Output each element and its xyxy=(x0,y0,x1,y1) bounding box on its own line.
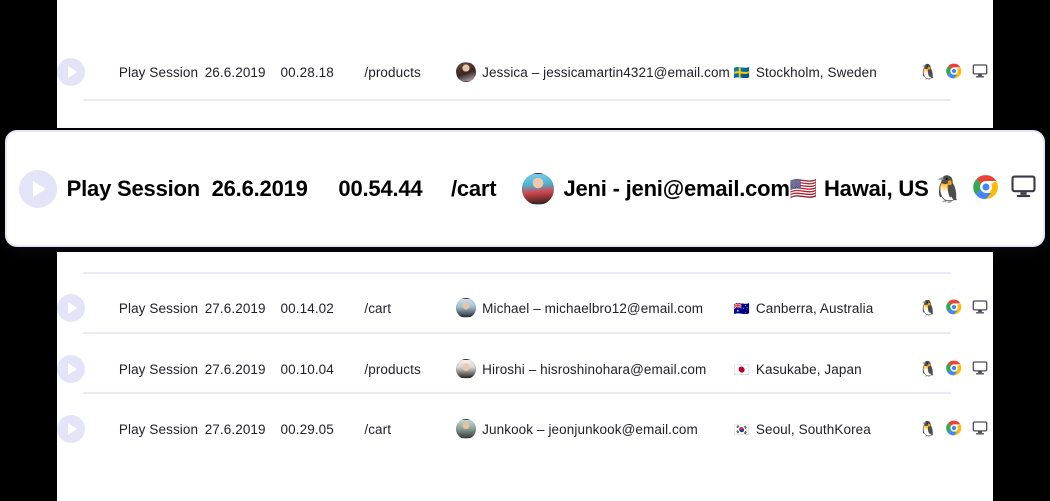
session-location-label: Kasukabe, Japan xyxy=(756,362,862,377)
session-play-label: Play Session xyxy=(67,176,212,202)
session-user: Michael – michaelbro12@email.com xyxy=(456,298,733,318)
avatar xyxy=(456,419,476,439)
country-flag-icon: 🇯🇵 xyxy=(734,363,750,376)
linux-penguin-icon: 🐧 xyxy=(929,176,967,202)
session-location-label: Seoul, SouthKorea xyxy=(756,422,871,437)
session-row[interactable]: Play Session 27.6.2019 00.29.05 /cart Ju… xyxy=(57,399,993,459)
session-user: Hiroshi – hisroshinohara@email.com xyxy=(456,359,733,379)
desktop-monitor-icon xyxy=(967,361,993,378)
session-duration: 00.28.18 xyxy=(281,65,365,80)
session-location: 🇦🇺 Canberra, Australia xyxy=(734,301,916,316)
session-date: 27.6.2019 xyxy=(205,362,281,377)
linux-penguin-icon: 🐧 xyxy=(915,65,941,80)
session-user-label: Hiroshi – hisroshinohara@email.com xyxy=(482,362,706,377)
chrome-icon xyxy=(941,360,967,379)
session-path: /cart xyxy=(451,176,523,202)
session-date: 26.6.2019 xyxy=(205,65,281,80)
play-icon[interactable] xyxy=(57,415,85,443)
row-divider xyxy=(83,272,951,274)
session-path: /cart xyxy=(364,301,456,316)
play-icon[interactable] xyxy=(57,58,85,86)
play-icon[interactable] xyxy=(57,294,85,322)
chrome-icon xyxy=(941,63,967,82)
session-user-label: Junkook – jeonjunkook@email.com xyxy=(482,422,698,437)
country-flag-icon: 🇸🇪 xyxy=(734,66,750,79)
session-location: 🇯🇵 Kasukabe, Japan xyxy=(734,362,916,377)
linux-penguin-icon: 🐧 xyxy=(915,422,941,437)
session-list-panel-top: Play Session 26.6.2019 00.28.18 /product… xyxy=(57,0,993,128)
session-row[interactable]: Play Session 27.6.2019 00.14.02 /cart Mi… xyxy=(57,278,993,338)
linux-penguin-icon: 🐧 xyxy=(915,362,941,377)
row-divider xyxy=(83,392,951,394)
session-path: /products xyxy=(364,362,456,377)
session-user: Junkook – jeonjunkook@email.com xyxy=(456,419,733,439)
session-play-label: Play Session xyxy=(119,65,205,80)
play-icon[interactable] xyxy=(57,355,85,383)
row-divider xyxy=(83,99,951,101)
session-row[interactable]: Play Session 26.6.2019 00.28.18 /product… xyxy=(57,42,993,102)
session-location-label: Canberra, Australia xyxy=(756,301,873,316)
session-duration: 00.10.04 xyxy=(281,362,365,377)
avatar xyxy=(456,62,476,82)
session-user-label: Michael – michaelbro12@email.com xyxy=(482,301,703,316)
session-user: Jeni - jeni@email.com xyxy=(522,173,789,205)
play-session-button-cell[interactable] xyxy=(57,58,119,86)
featured-session-card[interactable]: Play Session 26.6.2019 00.54.44 /cart Je… xyxy=(5,130,1045,247)
play-session-button-cell[interactable] xyxy=(19,170,67,208)
chrome-icon xyxy=(967,174,1005,204)
session-date: 27.6.2019 xyxy=(205,422,281,437)
play-session-button-cell[interactable] xyxy=(57,294,119,322)
avatar xyxy=(522,173,554,205)
chrome-icon xyxy=(941,299,967,318)
session-location: 🇺🇸 Hawai, US xyxy=(790,176,929,202)
session-list-panel-bottom: Play Session 27.6.2019 00.14.02 /cart Mi… xyxy=(57,252,993,501)
session-duration: 00.14.02 xyxy=(281,301,365,316)
session-location-label: Stockholm, Sweden xyxy=(756,65,877,80)
session-location: 🇰🇷 Seoul, SouthKorea xyxy=(734,422,916,437)
play-session-button-cell[interactable] xyxy=(57,355,119,383)
country-flag-icon: 🇰🇷 xyxy=(734,423,750,436)
linux-penguin-icon: 🐧 xyxy=(915,301,941,316)
session-row[interactable]: Play Session 27.6.2019 00.10.04 /product… xyxy=(57,339,993,399)
session-duration: 00.54.44 xyxy=(338,176,451,202)
session-list-screen: Play Session 26.6.2019 00.28.18 /product… xyxy=(0,0,1050,501)
session-path: /products xyxy=(364,65,456,80)
play-session-button-cell[interactable] xyxy=(57,415,119,443)
session-date: 26.6.2019 xyxy=(212,176,339,202)
desktop-monitor-icon xyxy=(1005,175,1043,202)
session-date: 27.6.2019 xyxy=(205,301,281,316)
row-divider xyxy=(83,332,951,334)
country-flag-icon: 🇦🇺 xyxy=(734,302,750,315)
session-location: 🇸🇪 Stockholm, Sweden xyxy=(734,65,916,80)
session-play-label: Play Session xyxy=(119,362,205,377)
chrome-icon xyxy=(941,420,967,439)
session-user-label: Jessica – jessicamartin4321@email.com xyxy=(482,65,730,80)
country-flag-icon: 🇺🇸 xyxy=(790,178,817,200)
session-duration: 00.29.05 xyxy=(281,422,365,437)
session-path: /cart xyxy=(364,422,456,437)
session-user: Jessica – jessicamartin4321@email.com xyxy=(456,62,733,82)
desktop-monitor-icon xyxy=(967,300,993,317)
session-play-label: Play Session xyxy=(119,301,205,316)
avatar xyxy=(456,359,476,379)
session-location-label: Hawai, US xyxy=(824,176,929,202)
desktop-monitor-icon xyxy=(967,421,993,438)
play-icon[interactable] xyxy=(19,170,57,208)
desktop-monitor-icon xyxy=(967,64,993,81)
session-play-label: Play Session xyxy=(119,422,205,437)
avatar xyxy=(456,298,476,318)
session-user-label: Jeni - jeni@email.com xyxy=(563,176,789,202)
